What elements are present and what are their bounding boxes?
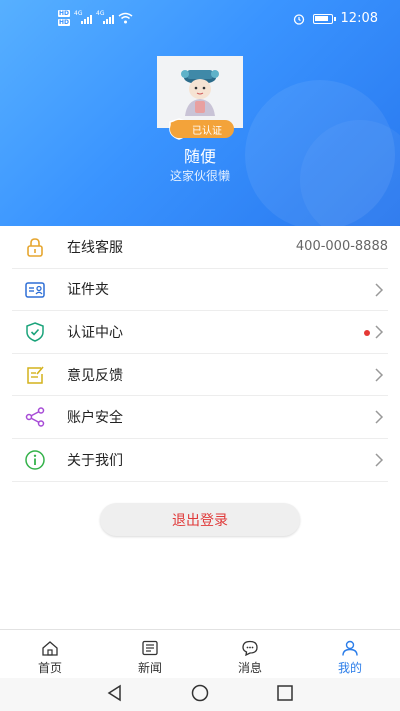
tab-label: 我的 (337, 661, 362, 675)
menu-item-label: 证件夹 (67, 282, 109, 299)
tab-messages[interactable]: 消息 (200, 630, 300, 678)
tab-mine[interactable]: 我的 (300, 630, 400, 678)
message-icon (242, 640, 258, 656)
chevron-right-icon (375, 453, 384, 467)
notification-dot (364, 330, 370, 337)
tab-label: 新闻 (137, 661, 162, 675)
edit-feedback-icon (27, 366, 44, 384)
info-icon (25, 450, 45, 470)
chevron-right-icon (375, 283, 384, 297)
home-circle-icon[interactable] (190, 684, 210, 702)
menu-item-label: 账户安全 (67, 410, 123, 427)
menu-item-verification-center[interactable]: 认证中心 (12, 311, 388, 354)
home-icon (42, 641, 58, 656)
tab-home[interactable]: 首页 (0, 630, 100, 678)
wifi-icon (118, 12, 133, 24)
lock-icon (27, 238, 43, 257)
shield-check-icon (26, 322, 44, 342)
menu-item-label: 认证中心 (67, 324, 123, 341)
battery-icon (312, 13, 336, 24)
signal-icon: 4G (74, 10, 93, 24)
news-icon (142, 640, 158, 656)
menu-item-feedback[interactable]: 意见反馈 (12, 354, 388, 397)
user-motto: 这家伙很懒 (169, 169, 230, 183)
id-card-icon (25, 281, 45, 298)
tab-label: 首页 (37, 661, 62, 675)
menu-item-label: 关于我们 (67, 452, 123, 469)
recents-square-icon[interactable] (276, 684, 294, 702)
system-navigation-bar (0, 678, 400, 711)
clock: 12:08 (340, 11, 378, 26)
service-phone: 400-000-8888 (295, 239, 388, 255)
signal-icon: 4G (96, 10, 115, 24)
menu-item-account-security[interactable]: 账户安全 (12, 396, 388, 439)
menu-item-documents[interactable]: 证件夹 (12, 269, 388, 312)
back-icon[interactable] (106, 684, 124, 702)
tab-label: 消息 (237, 661, 262, 675)
chevron-right-icon (375, 325, 384, 339)
bottom-tab-bar: 首页 新闻 消息 我的 (0, 629, 400, 678)
profile-header: HD HD 4G 4G 12:08 已认证 随便 这家伙很懒 (0, 0, 400, 226)
share-icon (25, 407, 45, 428)
tab-news[interactable]: 新闻 (100, 630, 200, 678)
hd-indicator: HD HD (58, 10, 71, 26)
chevron-right-icon (375, 368, 384, 382)
alarm-icon (293, 13, 304, 25)
user-icon (342, 640, 358, 656)
menu-item-label: 意见反馈 (67, 367, 123, 384)
chevron-right-icon (375, 410, 384, 424)
verified-badge: 已认证 (170, 120, 234, 138)
logout-button[interactable]: 退出登录 (100, 503, 300, 536)
status-bar: HD HD 4G 4G 12:08 (0, 0, 400, 36)
menu-item-about-us[interactable]: 关于我们 (12, 439, 388, 482)
settings-menu: 在线客服 400-000-8888 证件夹 认证中心 意见反馈 账户安全 关于我… (0, 226, 400, 482)
menu-item-online-service[interactable]: 在线客服 400-000-8888 (12, 226, 388, 269)
user-name: 随便 (183, 147, 216, 166)
menu-item-label: 在线客服 (67, 239, 123, 256)
